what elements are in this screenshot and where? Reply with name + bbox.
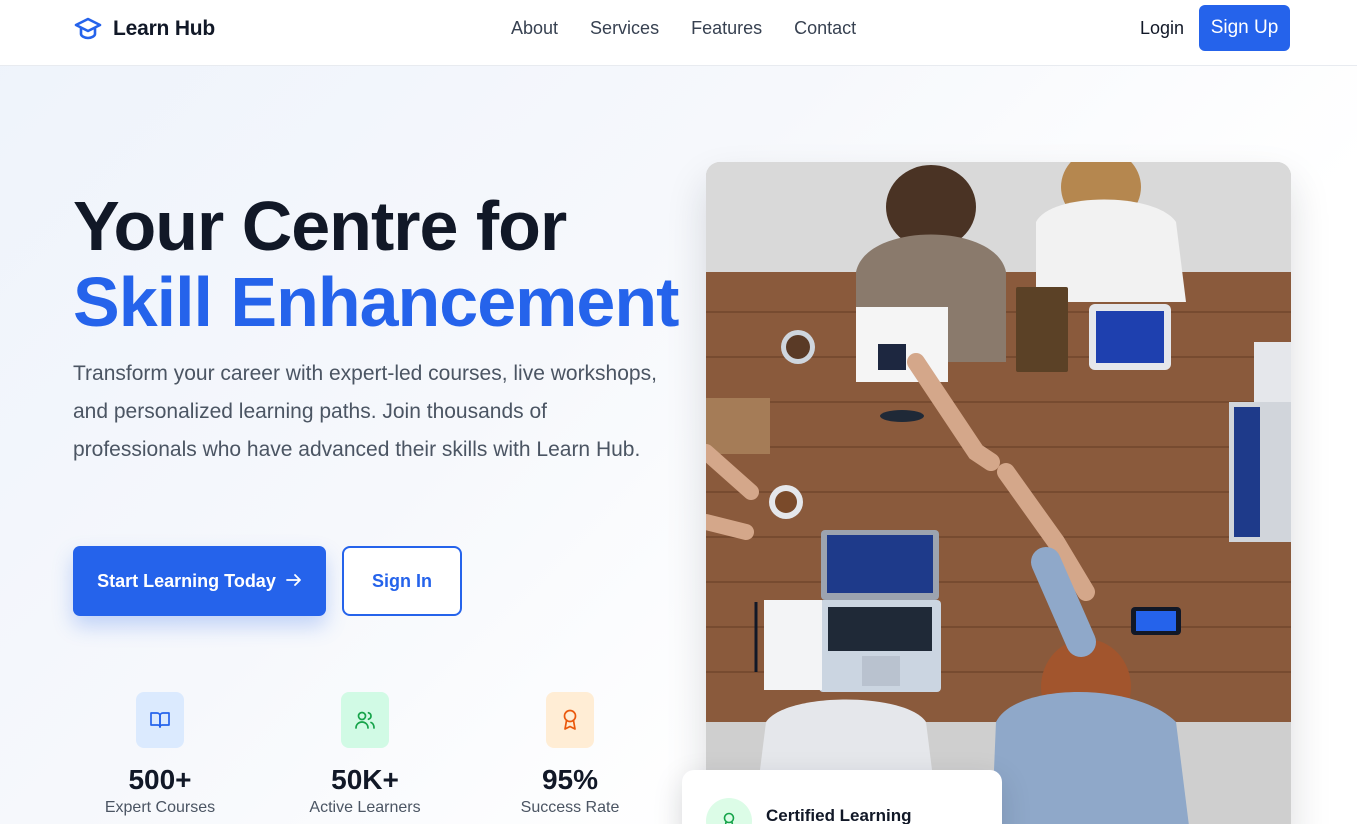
certified-learning-title: Certified Learning — [766, 806, 912, 824]
hero-title-line1: Your Centre for — [73, 187, 567, 265]
stat-value: 95% — [541, 764, 599, 795]
sign-in-button[interactable]: Sign In — [342, 546, 462, 616]
arrow-right-icon — [285, 571, 302, 592]
stat-courses: 500+ Expert Courses — [80, 692, 240, 817]
landing-page: Learn Hub About Services Features Contac… — [0, 0, 1357, 824]
start-learning-label: Start Learning Today — [97, 570, 276, 591]
stat-learners: 50K+ Active Learners — [285, 692, 445, 817]
stat-label: Success Rate — [520, 799, 620, 816]
start-learning-button[interactable]: Start Learning Today — [73, 546, 326, 616]
signup-button[interactable]: Sign Up — [1199, 5, 1290, 51]
top-navbar: Learn Hub About Services Features Contac… — [0, 0, 1357, 66]
brand-name: Learn Hub — [113, 17, 216, 40]
stat-label: Expert Courses — [104, 799, 216, 816]
nav-link-contact[interactable]: Contact — [794, 18, 856, 39]
stat-label: Active Learners — [309, 799, 421, 816]
hero-title: Your Centre for Skill Enhancement — [73, 187, 679, 341]
brand-logo[interactable]: Learn Hub — [73, 14, 215, 44]
stat-success: 95% Success Rate — [490, 692, 650, 817]
hero-image — [706, 162, 1291, 824]
login-link[interactable]: Login — [1140, 18, 1184, 39]
nav-link-about[interactable]: About — [511, 18, 558, 39]
graduation-cap-icon — [73, 14, 103, 44]
certified-learning-card: Certified Learning — [682, 770, 1002, 824]
stat-value: 50K+ — [331, 764, 399, 795]
book-open-icon — [136, 692, 184, 748]
award-icon — [706, 798, 752, 824]
nav-link-features[interactable]: Features — [691, 18, 762, 39]
hero-description: Transform your career with expert-led co… — [73, 362, 657, 461]
hero-title-line2: Skill Enhancement — [73, 263, 679, 341]
nav-link-services[interactable]: Services — [590, 18, 659, 39]
users-icon — [341, 692, 389, 748]
stat-value: 500+ — [128, 764, 192, 795]
award-icon — [546, 692, 594, 748]
nav-links: About Services Features Contact — [511, 18, 856, 39]
